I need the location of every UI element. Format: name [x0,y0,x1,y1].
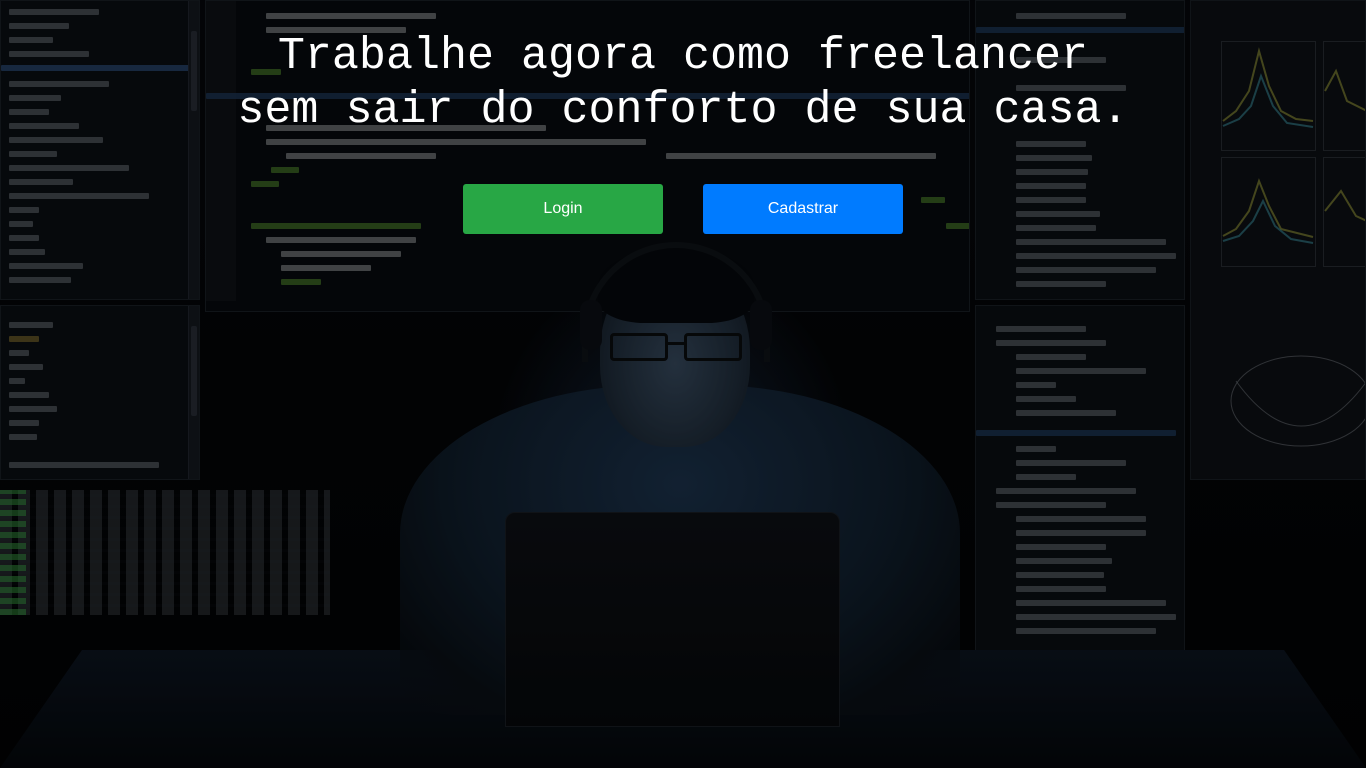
hero-content: Trabalhe agora como freelancer sem sair … [0,0,1366,234]
hero-section: Trabalhe agora como freelancer sem sair … [0,0,1366,768]
hero-headline-line2: sem sair do conforto de sua casa. [237,85,1129,136]
login-button[interactable]: Login [463,184,663,234]
register-button[interactable]: Cadastrar [703,184,903,234]
hero-headline: Trabalhe agora como freelancer sem sair … [0,30,1366,138]
hero-headline-line1: Trabalhe agora como freelancer [277,31,1089,82]
hero-actions: Login Cadastrar [0,184,1366,234]
